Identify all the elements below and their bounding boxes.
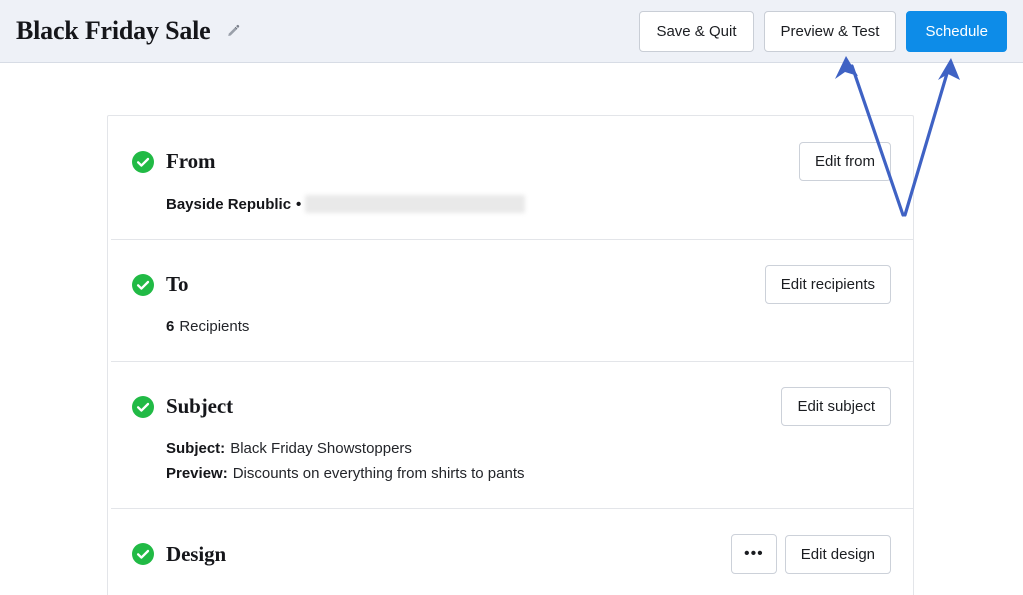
preview-line: Preview: Discounts on everything from sh… xyxy=(166,465,891,482)
from-sender-name: Bayside Republic xyxy=(166,195,292,213)
checklist-section-from: From Edit from Bayside Republic • xyxy=(108,116,913,239)
section-header-to: To Edit recipients xyxy=(132,265,891,304)
checklist-section-to: To Edit recipients 6 Recipients xyxy=(108,239,913,361)
section-body-from: Bayside Republic • xyxy=(132,195,891,213)
edit-from-button[interactable]: Edit from xyxy=(798,142,891,181)
check-circle-icon xyxy=(132,150,154,173)
preview-and-test-button[interactable]: Preview & Test xyxy=(763,10,897,52)
edit-recipients-button[interactable]: Edit recipients xyxy=(764,265,891,304)
subject-label: Subject: xyxy=(166,440,226,457)
save-and-quit-button[interactable]: Save & Quit xyxy=(639,10,754,52)
section-actions-to: Edit recipients xyxy=(764,265,891,304)
section-header-from: From Edit from xyxy=(132,142,891,181)
app-header: Black Friday Sale Save & Quit Preview & … xyxy=(0,0,1023,63)
from-separator: • xyxy=(296,195,302,213)
pencil-icon xyxy=(226,24,241,39)
title-group: Black Friday Sale xyxy=(16,16,639,46)
edit-title-pencil-button[interactable] xyxy=(223,20,245,42)
section-title-subject: Subject xyxy=(166,394,233,418)
subject-value: Black Friday Showstoppers xyxy=(230,440,412,457)
design-more-options-button[interactable]: ••• xyxy=(730,534,777,574)
recipient-count: 6 xyxy=(166,318,175,335)
schedule-button[interactable]: Schedule xyxy=(906,10,1007,52)
section-actions-design: ••• Edit design xyxy=(730,534,891,574)
preview-value: Discounts on everything from shirts to p… xyxy=(232,465,525,482)
checklist-section-design: Design ••• Edit design xyxy=(108,508,913,595)
section-header-subject: Subject Edit subject xyxy=(132,387,891,426)
campaign-checklist-card: From Edit from Bayside Republic • To Edi… xyxy=(107,115,914,595)
recipient-count-line: 6 Recipients xyxy=(166,318,891,335)
checklist-section-subject: Subject Edit subject Subject: Black Frid… xyxy=(108,361,913,508)
edit-design-button[interactable]: Edit design xyxy=(784,534,891,574)
section-title-to: To xyxy=(166,272,189,296)
recipient-count-label: Recipients xyxy=(179,318,250,335)
main-content: From Edit from Bayside Republic • To Edi… xyxy=(0,63,1023,595)
header-actions: Save & Quit Preview & Test Schedule xyxy=(639,10,1007,52)
from-email-redacted xyxy=(305,195,526,213)
subject-line: Subject: Black Friday Showstoppers xyxy=(166,440,891,457)
section-header-design: Design ••• Edit design xyxy=(132,534,891,574)
section-actions-subject: Edit subject xyxy=(781,387,891,426)
section-body-subject: Subject: Black Friday Showstoppers Previ… xyxy=(132,440,891,482)
section-title-design: Design xyxy=(166,541,227,566)
section-title-from: From xyxy=(166,149,216,173)
check-circle-icon xyxy=(132,543,154,565)
page-title: Black Friday Sale xyxy=(16,16,211,45)
check-circle-icon xyxy=(132,395,154,418)
edit-subject-button[interactable]: Edit subject xyxy=(781,387,891,426)
section-body-to: 6 Recipients xyxy=(132,318,891,335)
from-sender-line: Bayside Republic • xyxy=(166,195,891,213)
preview-label: Preview: xyxy=(166,465,228,482)
section-actions-from: Edit from xyxy=(798,142,891,181)
check-circle-icon xyxy=(132,273,154,296)
